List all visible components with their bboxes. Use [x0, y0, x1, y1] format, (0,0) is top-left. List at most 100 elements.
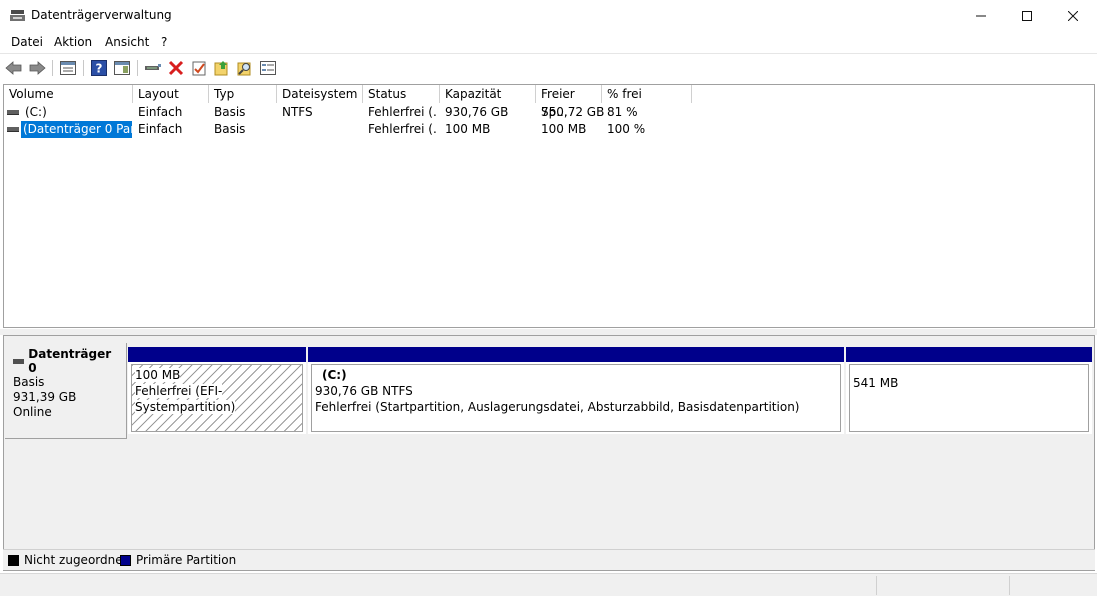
menu-aktion[interactable]: Aktion — [54, 35, 92, 49]
cell-freier: 750,72 GB — [541, 105, 605, 119]
cell-status: Fehlerfrei (... — [368, 105, 438, 119]
toolbar-separator — [137, 60, 138, 76]
cell-volume: (Datenträger 0 Par... — [21, 121, 132, 138]
volume-icon — [7, 127, 19, 132]
legend-unallocated: Nicht zugeordnet — [8, 553, 127, 567]
legend-label-unallocated: Nicht zugeordnet — [24, 553, 128, 567]
back-button[interactable] — [4, 58, 24, 78]
export-button[interactable] — [212, 58, 232, 78]
cell-volume: (C:) — [25, 105, 47, 119]
cell-layout: Einfach — [138, 105, 183, 119]
back-icon — [5, 61, 22, 75]
partition-size: 541 MB — [853, 376, 899, 390]
partition-size: 930,76 GB NTFS — [315, 384, 413, 398]
partition-name: (C:) — [322, 368, 347, 382]
disk-type: Basis — [13, 375, 45, 389]
volume-list[interactable]: Volume Layout Typ Dateisystem Status Kap… — [3, 84, 1095, 328]
legend-swatch-primary — [120, 554, 131, 566]
partition-bar — [308, 347, 844, 362]
table-row[interactable]: (C:) Einfach Basis NTFS Fehlerfrei (... … — [4, 104, 1094, 121]
minimize-button[interactable] — [958, 0, 1004, 31]
partition-bar — [846, 347, 1092, 362]
cell-prozent-frei: 81 % — [607, 105, 638, 119]
cell-kapazitaet: 100 MB — [445, 122, 491, 136]
disk-icon — [13, 358, 25, 364]
disk-label[interactable]: Datenträger 0 Basis 931,39 GB Online — [5, 343, 127, 439]
cell-typ: Basis — [214, 105, 246, 119]
partition-body: 541 MB — [849, 364, 1089, 432]
column-header-layout[interactable]: Layout — [133, 85, 209, 103]
help-button[interactable]: ? — [89, 58, 109, 78]
cell-dateisystem: NTFS — [282, 105, 313, 119]
list-view-icon — [60, 61, 76, 75]
partition-status: Fehlerfrei (Startpartition, Auslagerungs… — [315, 400, 800, 414]
menu-help[interactable]: ? — [161, 35, 167, 49]
list-header: Volume Layout Typ Dateisystem Status Kap… — [4, 85, 1094, 119]
settings-button[interactable] — [258, 58, 278, 78]
toolbar-separator — [52, 60, 53, 76]
disk-management-app-icon — [10, 10, 25, 21]
minimize-icon — [976, 15, 986, 16]
disk-graphical-view[interactable]: Datenträger 0 Basis 931,39 GB Online 100… — [3, 335, 1095, 571]
forward-icon — [29, 61, 46, 75]
legend-label-primary: Primäre Partition — [136, 553, 237, 567]
legend-primary: Primäre Partition — [120, 553, 236, 567]
disk-name: Datenträger 0 — [28, 347, 112, 375]
disk-size: 931,39 GB — [13, 390, 77, 404]
column-header-prozent-frei[interactable]: % frei — [602, 85, 692, 103]
status-pane — [1009, 576, 1097, 595]
status-pane — [876, 576, 1009, 595]
properties-pane-button[interactable] — [112, 58, 132, 78]
close-button[interactable] — [1050, 0, 1096, 31]
partition-status: Fehlerfrei (EFI-Systempartition) — [135, 384, 236, 414]
legend-swatch-unallocated — [8, 554, 19, 566]
cell-kapazitaet: 930,76 GB — [445, 105, 509, 119]
forward-button[interactable] — [27, 58, 47, 78]
column-header-kapazitaet[interactable]: Kapazität — [440, 85, 536, 103]
column-header-typ[interactable]: Typ — [209, 85, 277, 103]
search-button[interactable] — [235, 58, 255, 78]
column-header-freier[interactable]: Freier Sp... — [536, 85, 602, 119]
partition-body: (C:) 930,76 GB NTFS Fehlerfrei (Startpar… — [311, 364, 841, 432]
check-icon — [192, 61, 206, 76]
partition-c[interactable]: (C:) 930,76 GB NTFS Fehlerfrei (Startpar… — [308, 347, 844, 434]
partition-recovery[interactable]: 541 MB — [846, 347, 1092, 434]
cell-freier: 100 MB — [541, 122, 587, 136]
cell-status: Fehlerfrei (... — [368, 122, 438, 136]
cell-layout: Einfach — [138, 122, 183, 136]
cell-prozent-frei: 100 % — [607, 122, 646, 136]
menu-ansicht[interactable]: Ansicht — [105, 35, 149, 49]
partition-bar — [128, 347, 306, 362]
svg-text:?: ? — [96, 62, 103, 76]
connect-icon — [145, 64, 161, 70]
menu-datei[interactable]: Datei — [11, 35, 43, 49]
column-header-dateisystem[interactable]: Dateisystem — [277, 85, 363, 103]
cell-typ: Basis — [214, 122, 246, 136]
delete-icon — [168, 60, 184, 76]
toolbar: ? — [0, 53, 1097, 81]
disk-state: Online — [13, 405, 52, 419]
window-title: Datenträgerverwaltung — [31, 8, 172, 22]
legend: Nicht zugeordnet Primäre Partition — [3, 549, 1095, 570]
maximize-button[interactable] — [1004, 0, 1050, 31]
export-icon — [214, 61, 228, 76]
properties-pane-icon — [114, 61, 130, 75]
volume-icon — [7, 110, 19, 115]
partition-body: 100 MB Fehlerfrei (EFI-Systempartition) — [131, 364, 303, 432]
list-view-button[interactable] — [58, 58, 78, 78]
connect-button[interactable] — [143, 58, 163, 78]
table-row[interactable]: (Datenträger 0 Par... Einfach Basis Fehl… — [4, 121, 1094, 138]
status-bar — [0, 573, 1097, 596]
delete-button[interactable] — [166, 58, 186, 78]
column-header-status[interactable]: Status — [363, 85, 440, 103]
partition-efi[interactable]: 100 MB Fehlerfrei (EFI-Systempartition) — [128, 347, 306, 434]
help-icon: ? — [91, 60, 107, 76]
title-bar: Datenträgerverwaltung — [0, 0, 1097, 32]
maximize-icon — [1022, 10, 1032, 21]
menu-bar: Datei Aktion Ansicht ? — [0, 32, 1097, 53]
search-icon — [237, 62, 251, 76]
column-header-volume[interactable]: Volume — [4, 85, 133, 103]
check-button[interactable] — [189, 58, 209, 78]
close-icon — [1068, 10, 1078, 21]
settings-icon — [260, 61, 276, 75]
